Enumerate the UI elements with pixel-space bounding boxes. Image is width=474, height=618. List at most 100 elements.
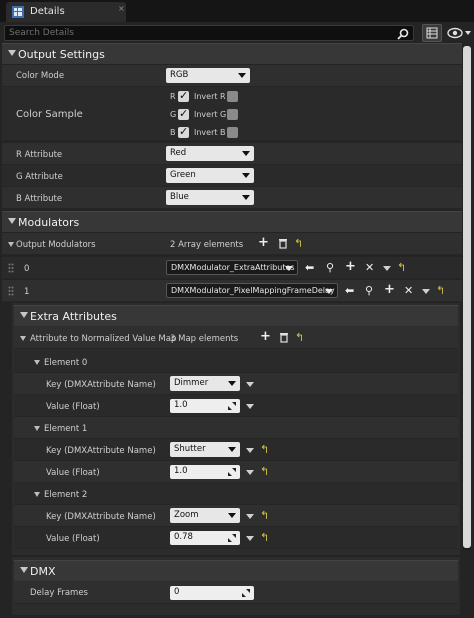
view-options-button[interactable]: [446, 25, 472, 41]
property-label: Attribute to Normalized Value Map: [30, 334, 177, 344]
expand-arrow-icon[interactable]: [34, 492, 40, 497]
b-attribute-combo[interactable]: Blue: [166, 190, 254, 205]
scrollbar-thumb[interactable]: [463, 46, 471, 548]
g-attribute-combo[interactable]: Green: [166, 168, 254, 183]
row-delay-frames: Delay Frames 0: [14, 582, 458, 604]
reset-to-default-icon[interactable]: ↰: [294, 238, 303, 249]
modulator-asset-combo[interactable]: DMXModulator_PixelMappingFrameDelay: [166, 283, 338, 298]
expand-arrow-icon[interactable]: [8, 242, 14, 247]
reset-to-default-icon[interactable]: ↰: [260, 510, 269, 521]
value-float-field[interactable]: 1.0: [170, 465, 240, 479]
modulator-asset-combo[interactable]: DMXModulator_ExtraAttributes: [166, 260, 298, 275]
reset-to-default-icon[interactable]: ↰: [397, 262, 406, 273]
insert-icon[interactable]: +: [345, 260, 356, 273]
property-label: Key (DMXAttribute Name): [46, 512, 156, 522]
element-options-arrow-icon[interactable]: [246, 404, 254, 409]
invert-g-checkbox[interactable]: [227, 109, 238, 120]
key-combo[interactable]: Dimmer: [170, 376, 240, 391]
property-label: Value (Float): [46, 402, 100, 412]
element-options-arrow-icon[interactable]: [422, 289, 430, 294]
chevron-down-icon: [242, 151, 250, 156]
drag-arrows-icon: [242, 589, 250, 597]
trash-icon[interactable]: [278, 238, 288, 249]
property-label: R Attribute: [16, 150, 63, 160]
chevron-down-icon: [228, 447, 236, 452]
row-modulator-element: 0 DMXModulator_ExtraAttributes ⬅ ⚲ + ✕ ↰: [2, 257, 462, 279]
trash-icon[interactable]: [279, 332, 289, 343]
category-extra-attributes[interactable]: Extra Attributes: [14, 305, 458, 326]
row-output-modulators: Output Modulators 2 Array elements + ↰: [2, 233, 462, 255]
element-options-arrow-icon[interactable]: [246, 448, 254, 453]
combo-value: Dimmer: [174, 378, 209, 388]
tab-close-icon[interactable]: ×: [118, 4, 125, 13]
drag-handle-icon[interactable]: [8, 286, 14, 296]
reset-to-default-icon[interactable]: ↰: [260, 532, 269, 543]
use-selected-icon[interactable]: ⬅: [345, 285, 354, 296]
element-options-arrow-icon[interactable]: [246, 470, 254, 475]
drag-handle-icon[interactable]: [8, 263, 14, 273]
element-options-arrow-icon[interactable]: [383, 266, 391, 271]
reset-to-default-icon[interactable]: ↰: [260, 444, 269, 455]
row-color-sample: Color Sample R ✓ Invert R G ✓ Invert G B…: [2, 87, 462, 141]
channel-b-checkbox[interactable]: ✓: [178, 125, 189, 138]
chevron-down-icon: [242, 195, 250, 200]
row-r-attribute: R Attribute Red: [2, 143, 462, 165]
invert-r-checkbox[interactable]: [227, 91, 238, 102]
r-attribute-combo[interactable]: Red: [166, 146, 254, 161]
reset-to-default-icon[interactable]: ↰: [436, 285, 445, 296]
element-title: Element 1: [44, 424, 88, 434]
row-map-value: Value (Float) 1.0: [14, 395, 458, 417]
collapse-arrow-icon: [8, 50, 16, 56]
category-title: Modulators: [18, 216, 80, 229]
browse-icon[interactable]: ⚲: [326, 262, 334, 273]
add-element-icon[interactable]: +: [258, 236, 269, 249]
element-index: 1: [24, 287, 30, 297]
expand-arrow-icon[interactable]: [34, 426, 40, 431]
search-input[interactable]: Search Details: [4, 25, 414, 41]
channel-g-checkbox[interactable]: ✓: [178, 107, 189, 120]
chevron-down-icon: [228, 513, 236, 518]
row-map-value: Value (Float) 0.78 ↰: [14, 527, 458, 549]
invert-b-checkbox[interactable]: [227, 127, 238, 138]
element-options-arrow-icon[interactable]: [246, 382, 254, 387]
field-value: 0.78: [174, 532, 193, 542]
category-title: DMX: [30, 565, 56, 578]
key-combo[interactable]: Zoom: [170, 508, 240, 523]
chevron-down-icon: [228, 381, 236, 386]
insert-icon[interactable]: +: [384, 283, 395, 296]
reset-to-default-icon[interactable]: ↰: [295, 332, 304, 343]
combo-value: Shutter: [174, 444, 206, 454]
tab-details[interactable]: Details ×: [6, 2, 126, 22]
element-options-arrow-icon[interactable]: [246, 536, 254, 541]
channel-label-r: R: [170, 92, 176, 101]
use-selected-icon[interactable]: ⬅: [305, 262, 314, 273]
category-dmx[interactable]: DMX: [14, 560, 458, 581]
eye-icon: [447, 27, 471, 39]
expand-arrow-icon[interactable]: [34, 360, 40, 365]
value-float-field[interactable]: 0.78: [170, 531, 240, 545]
property-label: Key (DMXAttribute Name): [46, 446, 156, 456]
clear-icon[interactable]: ✕: [365, 262, 374, 273]
category-output-settings[interactable]: Output Settings: [2, 43, 462, 64]
property-matrix-button[interactable]: [422, 24, 442, 42]
row-map-key: Key (DMXAttribute Name) Shutter ↰: [14, 439, 458, 461]
channel-r-checkbox[interactable]: ✓: [178, 89, 189, 102]
key-combo[interactable]: Shutter: [170, 442, 240, 457]
reset-to-default-icon[interactable]: ↰: [260, 466, 269, 477]
category-title: Extra Attributes: [30, 310, 117, 323]
color-mode-combo[interactable]: RGB: [166, 68, 250, 83]
invert-b-label: Invert B: [194, 128, 226, 137]
grid-icon: [426, 27, 438, 39]
browse-icon[interactable]: ⚲: [365, 285, 373, 296]
property-label: B Attribute: [16, 194, 63, 204]
property-label: G Attribute: [16, 172, 63, 182]
element-options-arrow-icon[interactable]: [246, 514, 254, 519]
delay-frames-field[interactable]: 0: [170, 586, 254, 600]
channel-label-g: G: [170, 110, 177, 119]
expand-arrow-icon[interactable]: [20, 336, 26, 341]
clear-icon[interactable]: ✕: [404, 285, 413, 296]
value-float-field[interactable]: 1.0: [170, 399, 240, 413]
property-label: Value (Float): [46, 468, 100, 478]
add-element-icon[interactable]: +: [260, 330, 271, 343]
category-modulators[interactable]: Modulators: [2, 211, 462, 232]
